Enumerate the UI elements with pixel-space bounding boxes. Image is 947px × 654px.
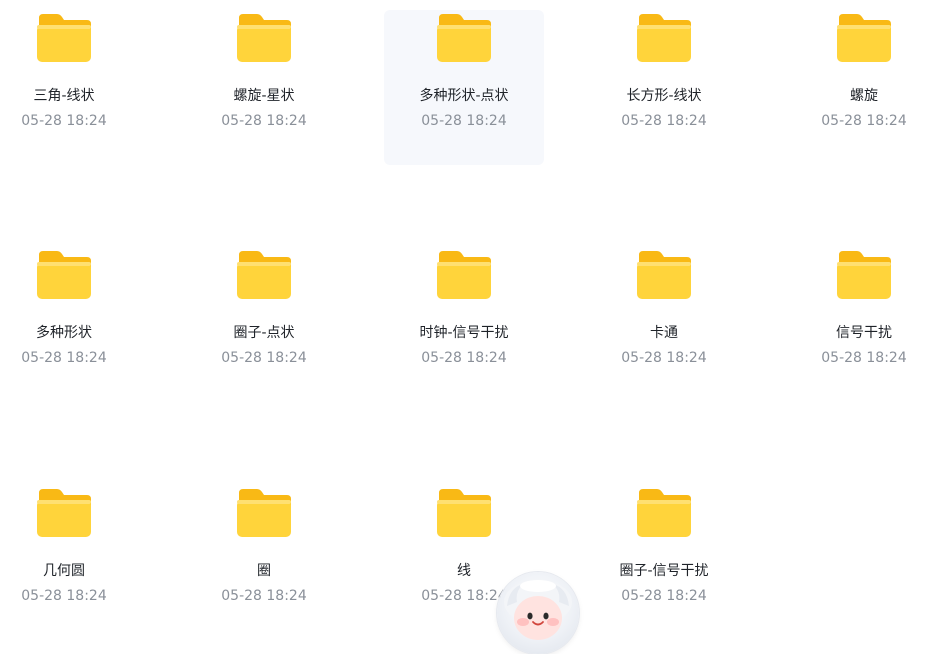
folder-icon — [437, 14, 491, 62]
folder-name: 多种形状 — [36, 325, 92, 341]
folder-icon — [237, 251, 291, 299]
folder-date: 05-28 18:24 — [621, 113, 707, 129]
folder-name: 圈子-信号干扰 — [619, 563, 709, 579]
folder-item[interactable]: 长方形-线状 05-28 18:24 — [584, 0, 744, 155]
folder-name: 圈子-点状 — [233, 325, 295, 341]
folder-item[interactable]: 卡通 05-28 18:24 — [584, 237, 744, 392]
assistant-avatar-icon[interactable] — [497, 572, 579, 654]
folder-date: 05-28 18:24 — [221, 588, 307, 604]
folder-name: 时钟-信号干扰 — [419, 325, 509, 341]
folder-icon — [437, 489, 491, 537]
folder-grid: 三角-线状 05-28 18:24 螺旋-星状 05-28 18:24 多种形状… — [0, 0, 947, 624]
folder-name: 卡通 — [650, 325, 678, 341]
folder-name: 信号干扰 — [836, 325, 892, 341]
folder-date: 05-28 18:24 — [821, 350, 907, 366]
folder-icon — [837, 14, 891, 62]
folder-icon — [637, 251, 691, 299]
folder-name: 几何圆 — [43, 563, 85, 579]
folder-name: 多种形状-点状 — [419, 88, 509, 104]
folder-icon — [437, 251, 491, 299]
folder-date: 05-28 18:24 — [21, 588, 107, 604]
folder-date: 05-28 18:24 — [421, 350, 507, 366]
folder-item[interactable]: 几何圆 05-28 18:24 — [0, 475, 144, 630]
folder-item[interactable]: 时钟-信号干扰 05-28 18:24 — [384, 237, 544, 392]
folder-item[interactable]: 圈子-信号干扰 05-28 18:24 — [584, 475, 744, 630]
folder-item[interactable]: 三角-线状 05-28 18:24 — [0, 0, 144, 155]
folder-item[interactable]: 多种形状 05-28 18:24 — [0, 237, 144, 392]
folder-date: 05-28 18:24 — [821, 113, 907, 129]
folder-date: 05-28 18:24 — [621, 350, 707, 366]
folder-name: 长方形-线状 — [626, 88, 702, 104]
folder-date: 05-28 18:24 — [21, 350, 107, 366]
folder-icon — [237, 14, 291, 62]
folder-icon — [837, 251, 891, 299]
folder-date: 05-28 18:24 — [621, 588, 707, 604]
folder-date: 05-28 18:24 — [221, 113, 307, 129]
folder-icon — [637, 489, 691, 537]
folder-item[interactable]: 多种形状-点状 05-28 18:24 — [384, 10, 544, 165]
folder-name: 螺旋 — [850, 88, 878, 104]
folder-icon — [37, 14, 91, 62]
folder-name: 螺旋-星状 — [233, 88, 295, 104]
folder-icon — [37, 251, 91, 299]
folder-name: 圈 — [257, 563, 271, 579]
folder-date: 05-28 18:24 — [21, 113, 107, 129]
folder-name: 三角-线状 — [33, 88, 95, 104]
folder-item[interactable]: 信号干扰 05-28 18:24 — [784, 237, 944, 392]
folder-icon — [637, 14, 691, 62]
folder-item[interactable]: 螺旋-星状 05-28 18:24 — [184, 0, 344, 155]
folder-item[interactable]: 圈 05-28 18:24 — [184, 475, 344, 630]
folder-item[interactable]: 圈子-点状 05-28 18:24 — [184, 237, 344, 392]
folder-date: 05-28 18:24 — [421, 113, 507, 129]
folder-icon — [237, 489, 291, 537]
folder-icon — [37, 489, 91, 537]
folder-date: 05-28 18:24 — [221, 350, 307, 366]
folder-item[interactable]: 螺旋 05-28 18:24 — [784, 0, 944, 155]
